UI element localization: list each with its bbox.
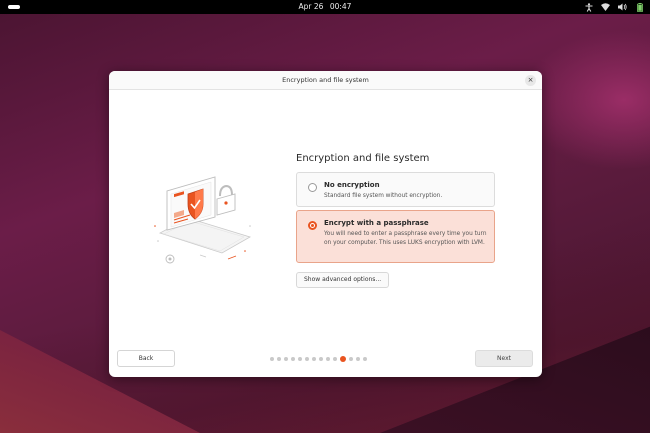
option-encrypt-passphrase[interactable]: Encrypt with a passphrase You will need … <box>296 210 495 263</box>
clock-time: 00:47 <box>329 2 352 11</box>
option-description: You will need to enter a passphrase ever… <box>324 231 487 246</box>
radio-no-encryption[interactable] <box>308 183 317 192</box>
progress-dot <box>356 357 360 361</box>
encryption-illustration <box>150 171 260 271</box>
system-tray[interactable] <box>584 2 644 12</box>
option-title: No encryption <box>324 181 380 189</box>
progress-dot <box>298 357 302 361</box>
installer-dialog: Encryption and file system × Encryption … <box>109 71 542 377</box>
progress-dot <box>363 357 367 361</box>
back-button[interactable]: Back <box>117 350 175 367</box>
network-icon[interactable] <box>601 3 610 12</box>
option-description: Standard file system without encryption. <box>324 193 443 199</box>
progress-dot <box>349 357 353 361</box>
progress-dot <box>270 357 274 361</box>
close-button[interactable]: × <box>525 75 536 86</box>
progress-dot <box>291 357 295 361</box>
dialog-header: Encryption and file system × <box>109 71 542 90</box>
show-advanced-options-button[interactable]: Show advanced options... <box>296 272 390 288</box>
progress-dot <box>277 357 281 361</box>
progress-dot <box>284 357 288 361</box>
progress-dot <box>319 357 323 361</box>
option-no-encryption[interactable]: No encryption Standard file system witho… <box>296 172 495 207</box>
progress-dot <box>326 357 330 361</box>
progress-dots <box>270 356 367 362</box>
page-heading: Encryption and file system <box>296 153 430 164</box>
clock[interactable]: Apr 26 00:47 <box>0 2 650 11</box>
progress-dot-current <box>340 356 346 362</box>
progress-dot <box>312 357 316 361</box>
volume-icon[interactable] <box>618 3 627 12</box>
clock-date: Apr 26 <box>298 2 324 11</box>
radio-encrypt-passphrase[interactable] <box>308 221 317 230</box>
option-title: Encrypt with a passphrase <box>324 219 429 227</box>
battery-icon[interactable] <box>635 2 644 12</box>
progress-dot <box>333 357 337 361</box>
dialog-title: Encryption and file system <box>282 76 369 84</box>
top-bar: Apr 26 00:47 <box>0 0 650 14</box>
progress-dot <box>305 357 309 361</box>
accessibility-icon[interactable] <box>584 2 593 12</box>
next-button[interactable]: Next <box>475 350 533 367</box>
